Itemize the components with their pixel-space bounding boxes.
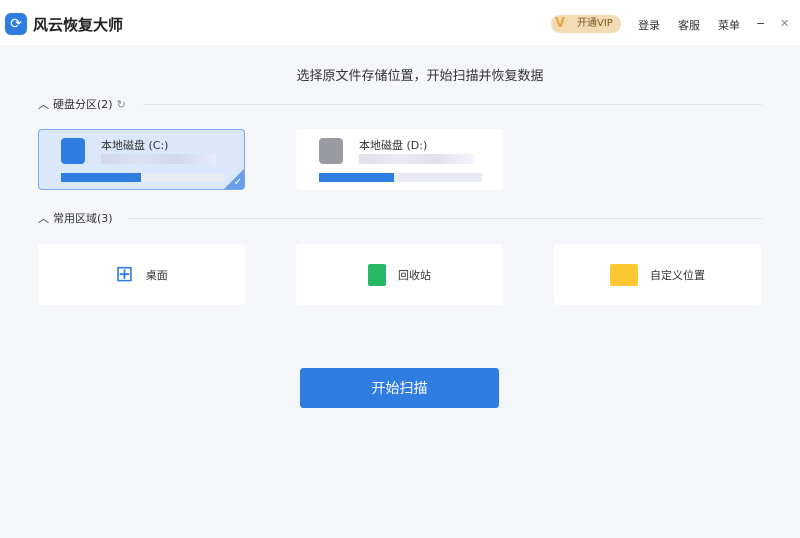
app-logo-icon: ⟳	[5, 13, 27, 35]
page-heading: 选择原文件存储位置，开始扫描并恢复数据	[296, 69, 544, 84]
vip-button[interactable]: V 开通VIP	[551, 15, 621, 33]
chevron-up-icon: ︿	[38, 98, 49, 111]
drive-info-blurred	[101, 154, 216, 164]
vip-icon: V	[555, 16, 566, 31]
usage-fill	[61, 173, 141, 182]
location-label: 回收站	[398, 268, 431, 282]
divider	[128, 218, 762, 219]
check-icon: ✓	[233, 177, 242, 188]
common-label: 常用区域(3)	[53, 212, 113, 225]
refresh-icon[interactable]: ↻	[117, 98, 126, 111]
windows-drive-icon	[61, 138, 85, 164]
minimize-button[interactable]: −	[756, 17, 765, 30]
location-label: 自定义位置	[650, 268, 705, 282]
location-desktop[interactable]: ⊞ 桌面	[38, 244, 245, 305]
chevron-up-icon: ︿	[38, 212, 49, 225]
windows-icon: ⊞	[115, 262, 134, 287]
drive-card-d[interactable]: 本地磁盘 (D:)	[296, 129, 503, 190]
close-button[interactable]: ✕	[780, 17, 789, 30]
drive-usage-bar	[61, 173, 224, 182]
drive-usage-bar	[319, 173, 482, 182]
divider	[143, 104, 762, 105]
common-header[interactable]: ︿ 常用区域(3)	[38, 210, 113, 226]
usage-fill	[319, 173, 394, 182]
drive-name: 本地磁盘 (D:)	[359, 139, 428, 152]
menu-button[interactable]: 菜单	[718, 17, 740, 33]
folder-icon	[610, 263, 638, 286]
login-button[interactable]: 登录	[638, 17, 660, 33]
drive-card-c[interactable]: 本地磁盘 (C:) ✓	[38, 129, 245, 190]
drive-name: 本地磁盘 (C:)	[101, 139, 169, 152]
location-label: 桌面	[145, 268, 168, 282]
app-title: 风云恢复大师	[33, 16, 124, 34]
vip-label: 开通VIP	[577, 18, 613, 29]
partitions-label: 硬盘分区(2)	[53, 98, 113, 111]
recycle-bin-icon	[368, 263, 386, 286]
partitions-header[interactable]: ︿ 硬盘分区(2) ↻	[38, 96, 126, 112]
location-custom[interactable]: 自定义位置	[554, 244, 761, 305]
drive-info-blurred	[359, 154, 474, 164]
main-panel: 选择原文件存储位置，开始扫描并恢复数据 ︿ 硬盘分区(2) ↻ 本地磁盘 (C:…	[0, 45, 800, 538]
location-recycle-bin[interactable]: 回收站	[296, 244, 503, 305]
title-bar: ⟳ 风云恢复大师 V 开通VIP 登录 客服 菜单 − ✕	[0, 0, 800, 45]
disk-drive-icon	[319, 138, 343, 164]
start-scan-button[interactable]: 开始扫描	[300, 368, 499, 408]
service-button[interactable]: 客服	[678, 17, 700, 33]
